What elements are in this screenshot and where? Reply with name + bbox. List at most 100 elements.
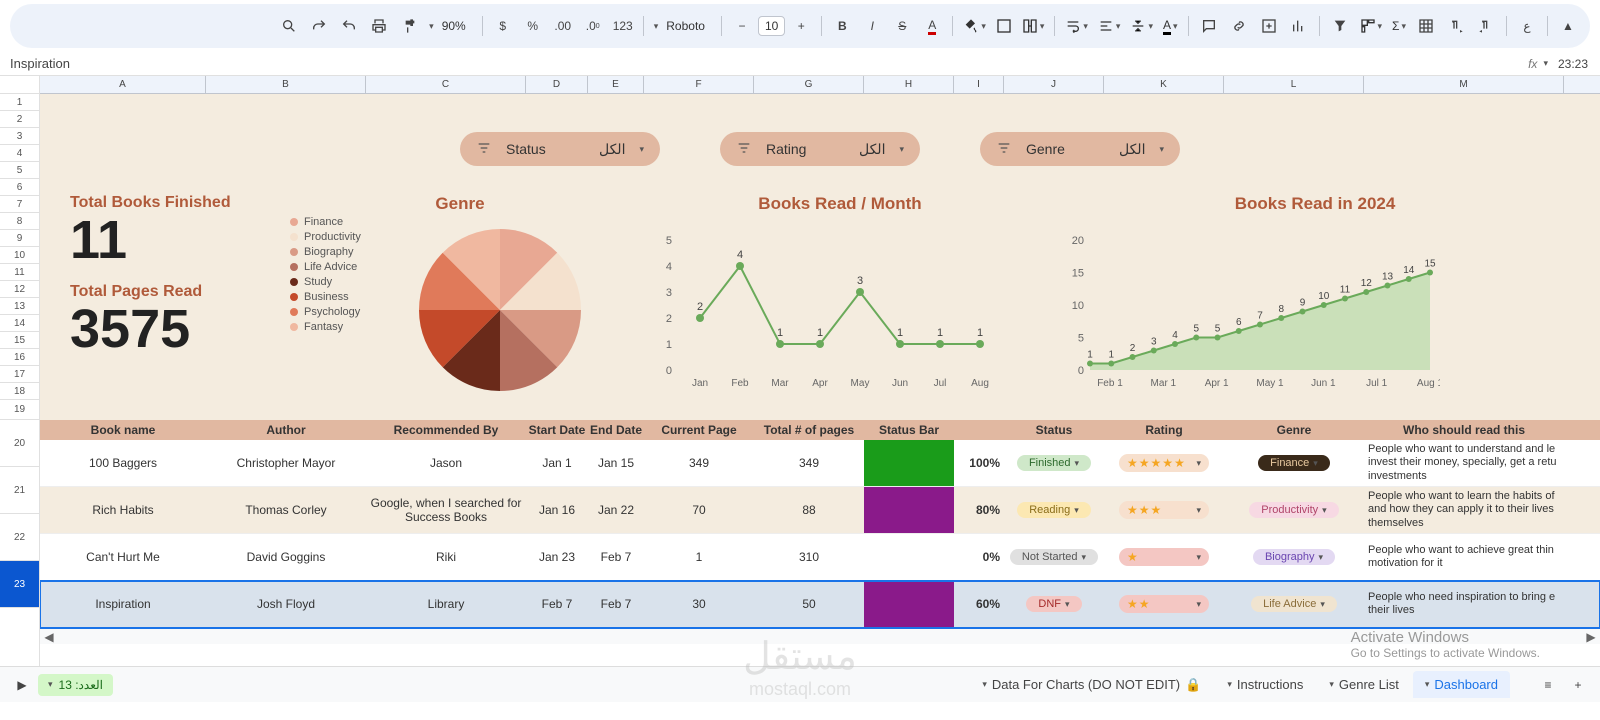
search-icon[interactable] [275,12,303,40]
italic-icon[interactable]: I [858,12,886,40]
cell[interactable]: 30 [644,581,754,627]
row-header-15[interactable]: 15 [0,332,39,349]
tab-scroll-icon[interactable]: ▶ [8,671,36,699]
percent-cell[interactable]: 60% [954,581,1004,627]
comment-icon[interactable] [1195,12,1223,40]
cell[interactable]: Jan 16 [526,487,588,533]
column-header-F[interactable]: F [644,76,754,93]
table-header-cell[interactable] [954,420,1004,440]
cell[interactable]: Riki [366,534,526,580]
column-header-E[interactable]: E [588,76,644,93]
table-header-cell[interactable]: Who should read this [1364,420,1564,440]
table-header-cell[interactable]: End Date [588,420,644,440]
cell[interactable]: Feb 7 [526,581,588,627]
name-box[interactable]: Inspiration [6,56,70,71]
cell[interactable]: 100 Baggers [40,440,206,486]
table-header-cell[interactable]: Status Bar [864,420,954,440]
strikethrough-icon[interactable]: S [888,12,916,40]
cell[interactable]: 50 [754,581,864,627]
row-header-6[interactable]: 6 [0,179,39,196]
cell[interactable]: Feb 7 [588,581,644,627]
row-header-14[interactable]: 14 [0,315,39,332]
halign-dropdown[interactable]: ▾ [1094,18,1125,34]
sigma-dropdown[interactable]: Σ▾ [1388,19,1410,33]
row-header-7[interactable]: 7 [0,196,39,213]
table-header-cell[interactable]: Total # of pages [754,420,864,440]
rating-filter[interactable]: Rating الكل ▾ [720,132,920,166]
table-icon[interactable] [1412,12,1440,40]
genre-cell[interactable]: Productivity▾ [1224,487,1364,533]
status-filter[interactable]: Status الكل ▾ [460,132,660,166]
row-header-4[interactable]: 4 [0,145,39,162]
rating-cell[interactable]: ★★★★★▾ [1104,440,1224,486]
cell[interactable]: Josh Floyd [206,581,366,627]
row-header-23[interactable]: 23 [0,561,39,608]
horizontal-scrollbar[interactable]: ◀ ▶ [40,628,1600,644]
status-cell[interactable]: Finished▾ [1004,440,1104,486]
table-row[interactable]: InspirationJosh FloydLibraryFeb 7Feb 730… [40,581,1600,628]
monthly-line-chart[interactable]: Books Read / Month 0123452Jan4Feb1Mar1Ap… [650,194,1030,403]
genre-cell[interactable]: Finance▾ [1224,440,1364,486]
rating-cell[interactable]: ★▾ [1104,534,1224,580]
row-header-10[interactable]: 10 [0,247,39,264]
zoom-dropdown[interactable]: ▾90% [425,19,476,33]
cell[interactable]: Christopher Mayor [206,440,366,486]
row-header-18[interactable]: 18 [0,383,39,400]
status-bar-cell[interactable] [864,581,954,627]
cell[interactable]: Rich Habits [40,487,206,533]
status-cell[interactable]: Not Started▾ [1004,534,1104,580]
status-cell[interactable]: DNF▾ [1004,581,1104,627]
row-header-5[interactable]: 5 [0,162,39,179]
tab-data-for-charts[interactable]: ▾Data For Charts (DO NOT EDIT) 🔒 [970,671,1213,699]
percent-cell[interactable]: 80% [954,487,1004,533]
cell[interactable]: Jan 23 [526,534,588,580]
status-bar-cell[interactable] [864,534,954,580]
column-header-I[interactable]: I [954,76,1004,93]
expand-up-icon[interactable]: ▲ [1554,12,1582,40]
column-header-K[interactable]: K [1104,76,1224,93]
cell[interactable]: Feb 7 [588,534,644,580]
print-icon[interactable] [365,12,393,40]
column-header-A[interactable]: A [40,76,206,93]
percent-cell[interactable]: 0% [954,534,1004,580]
status-cell[interactable]: Reading▾ [1004,487,1104,533]
paint-format-icon[interactable] [395,12,423,40]
column-header-J[interactable]: J [1004,76,1104,93]
row-header-13[interactable]: 13 [0,298,39,315]
fx-dropdown-icon[interactable]: ▾ [1543,58,1548,69]
table-header-cell[interactable]: Author [206,420,366,440]
table-header-cell[interactable]: Rating [1104,420,1224,440]
row-header-19[interactable]: 19 [0,400,39,420]
cell[interactable]: Thomas Corley [206,487,366,533]
cell[interactable]: Google, when I searched for Success Book… [366,487,526,533]
arabic-ain-icon[interactable]: ع [1513,12,1541,40]
row-header-20[interactable]: 20 [0,420,39,467]
cell[interactable]: Jan 22 [588,487,644,533]
borders-dropdown[interactable] [992,18,1016,34]
cell[interactable]: 70 [644,487,754,533]
select-all-corner[interactable] [0,76,39,94]
yearly-area-chart[interactable]: Books Read in 2024 051015201123455678910… [1060,194,1570,403]
column-header-M[interactable]: M [1364,76,1564,93]
valign-dropdown[interactable]: ▾ [1126,18,1157,34]
cell[interactable]: Jan 1 [526,440,588,486]
merge-dropdown[interactable]: ▾ [1018,18,1049,34]
row-header-22[interactable]: 22 [0,514,39,561]
filter-icon[interactable] [1326,12,1354,40]
status-bar-cell[interactable] [864,487,954,533]
percent-icon[interactable]: % [519,12,547,40]
redo-icon[interactable] [305,12,333,40]
row-header-12[interactable]: 12 [0,281,39,298]
notes-cell[interactable]: People who want to learn the habits of a… [1364,487,1564,533]
cell[interactable]: Library [366,581,526,627]
pivot-dropdown[interactable]: ▾ [1356,18,1387,34]
table-row[interactable]: 100 BaggersChristopher MayorJasonJan 1Ja… [40,440,1600,487]
cell[interactable]: 88 [754,487,864,533]
bold-icon[interactable]: B [828,12,856,40]
tab-dashboard[interactable]: ▾Dashboard [1413,671,1510,698]
fontsize-minus-icon[interactable]: − [728,12,756,40]
insert-icon[interactable] [1255,12,1283,40]
undo-icon[interactable] [335,12,363,40]
decimal-decrease-icon[interactable]: .00 [549,12,577,40]
scroll-right-icon[interactable]: ▶ [1582,629,1600,645]
